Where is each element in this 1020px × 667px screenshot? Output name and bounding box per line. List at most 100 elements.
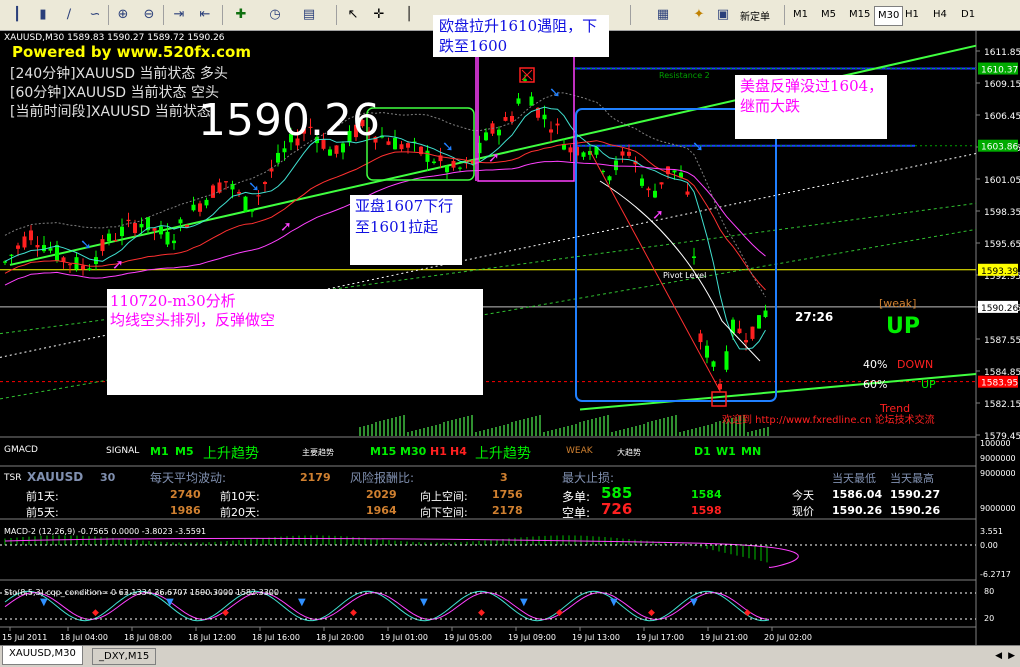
tsr-now-label: 现价 bbox=[792, 505, 814, 518]
navigator-icon[interactable]: ✦ bbox=[688, 4, 710, 26]
candle-body bbox=[737, 328, 742, 334]
line-chart-icon[interactable]: ∕ bbox=[58, 4, 80, 26]
timeframe-m30[interactable]: M30 bbox=[874, 6, 904, 26]
candle-body bbox=[607, 176, 612, 181]
down-label: DOWN bbox=[897, 358, 934, 371]
periods-clock-icon[interactable]: ◷ bbox=[264, 4, 286, 26]
annotation-asia-box: 亚盘1607下行至1601拉起 bbox=[350, 195, 462, 265]
candle-body bbox=[152, 228, 157, 231]
timeframe-h1[interactable]: H1 bbox=[902, 6, 922, 26]
candle-body bbox=[451, 160, 456, 168]
stoch-up-marker-icon: ◆ bbox=[648, 608, 655, 618]
gmacd-m5: M5 bbox=[175, 445, 194, 458]
gmacd-main-trend: 主要趋势 bbox=[302, 448, 334, 457]
timeframe-h4[interactable]: H4 bbox=[930, 6, 950, 26]
blue-arrow-icon: ➘ bbox=[549, 85, 561, 101]
candle-body bbox=[48, 248, 53, 251]
market-watch-icon[interactable]: ▦ bbox=[652, 4, 674, 26]
candle-body bbox=[204, 199, 209, 206]
stoch-up-marker-icon: ◆ bbox=[556, 608, 563, 618]
zoom-out-icon[interactable]: ⊖ bbox=[138, 4, 160, 26]
status-240: [240分钟]XAUUSD 当前状态 多头 bbox=[10, 66, 228, 82]
gmacd-mn: MN bbox=[741, 445, 762, 458]
candle-body bbox=[627, 151, 631, 156]
tsr-now-low: 1590.26 bbox=[832, 504, 883, 517]
candle-body bbox=[224, 181, 228, 183]
chart-shift-icon[interactable]: ⇥ bbox=[168, 4, 190, 26]
tab-dxy[interactable]: _DXY,M15 bbox=[92, 648, 157, 665]
gmacd-h1: H1 bbox=[430, 445, 447, 458]
chart-window[interactable]: 1611.851609.151606.451603.751601.051598.… bbox=[0, 15, 1020, 645]
candle-body bbox=[724, 351, 729, 370]
candle-body bbox=[568, 147, 573, 153]
indicators-icon[interactable]: ✚ bbox=[230, 4, 252, 26]
candle-body bbox=[406, 143, 410, 148]
stoch-down-arrow-icon: ▼ bbox=[610, 597, 618, 608]
candle-body bbox=[217, 182, 222, 193]
time-axis-label: 18 Jul 04:00 bbox=[60, 633, 108, 642]
resistance-label: Resistance 2 bbox=[659, 71, 710, 80]
candle-body bbox=[68, 264, 72, 266]
gmacd-axis: 100000 bbox=[980, 439, 1011, 448]
gmacd-m15: M15 bbox=[370, 445, 397, 458]
timeframe-m1[interactable]: M1 bbox=[790, 6, 811, 26]
new-order-button[interactable]: 新定单 bbox=[740, 8, 770, 23]
cursor-icon[interactable]: ↖ bbox=[342, 4, 364, 26]
analysis-body: 均线空头排列，反弹做空 bbox=[110, 311, 276, 329]
autoscroll-icon[interactable]: ⇤ bbox=[194, 4, 216, 26]
candle-body bbox=[549, 129, 553, 133]
zoom-in-icon[interactable]: ⊕ bbox=[112, 4, 134, 26]
candle-body bbox=[393, 137, 397, 150]
tsr-low-label: 当天最低 bbox=[832, 472, 876, 485]
tsr-d10-label: 前10天: bbox=[220, 490, 260, 503]
tsr-down-value: 2178 bbox=[492, 504, 523, 517]
tsr-d20-label: 前20天: bbox=[220, 506, 260, 519]
candle-chart-icon[interactable]: ▮ bbox=[32, 4, 54, 26]
candle-body bbox=[256, 195, 261, 197]
time-axis-label: 18 Jul 16:00 bbox=[252, 633, 300, 642]
blue-arrow-icon: ➘ bbox=[692, 139, 704, 155]
stoch-title: Sto(8,5,3) cqp_condition= 0 63.1334 36.6… bbox=[4, 588, 279, 597]
timeframe-m15[interactable]: M15 bbox=[846, 6, 873, 26]
price-tag-label: 1590.26 bbox=[981, 304, 1018, 314]
price-axis-label: 1587.55 bbox=[984, 336, 1020, 346]
candle-body bbox=[55, 245, 59, 261]
price-tag-label: 1593.39 bbox=[981, 267, 1018, 277]
candle-body bbox=[705, 345, 709, 358]
candle-body bbox=[282, 148, 287, 153]
candle-body bbox=[510, 115, 514, 122]
bar-chart-icon[interactable]: ┃ bbox=[6, 4, 28, 26]
templates-icon[interactable]: ▤ bbox=[298, 4, 320, 26]
timeframe-d1[interactable]: D1 bbox=[958, 6, 978, 26]
vertical-line-icon[interactable]: │ bbox=[398, 4, 420, 26]
gmacd-m30: M30 bbox=[400, 445, 427, 458]
price-axis-label: 1606.45 bbox=[984, 112, 1020, 122]
price-axis-label: 1609.15 bbox=[984, 80, 1020, 90]
terminal-icon[interactable]: ▣ bbox=[712, 4, 734, 26]
tab-xauusd[interactable]: XAUUSD,M30 bbox=[2, 646, 83, 665]
footer-link[interactable]: 欢迎到 http://www.fxredline.cn 论坛技术交流 bbox=[722, 411, 935, 426]
tsr-risk-label: 风险报酬比: bbox=[350, 471, 415, 485]
gmacd-axis: 9000000 bbox=[980, 454, 1016, 463]
annotation-europe-box: 欧盘拉升1610遇阻，下跌至1600 bbox=[433, 15, 609, 57]
candle-body bbox=[250, 209, 254, 212]
time-axis-label: 19 Jul 01:00 bbox=[380, 633, 428, 642]
stoch-down-arrow-icon: ▼ bbox=[420, 597, 428, 608]
line-chart2-icon[interactable]: ∽ bbox=[84, 4, 106, 26]
pivot-label: Pivot Level bbox=[663, 271, 707, 280]
tsr-d20-value: 1964 bbox=[366, 504, 397, 517]
gmacd-h4: H4 bbox=[450, 445, 467, 458]
price-axis-label: 1601.05 bbox=[984, 176, 1020, 186]
annotation-us: 美盘反弹没过1604，继而大跌 bbox=[740, 77, 884, 115]
candle-body bbox=[237, 192, 241, 194]
candle-body bbox=[445, 166, 449, 173]
timeframe-m5[interactable]: M5 bbox=[818, 6, 839, 26]
crosshair-icon[interactable]: ✛ bbox=[368, 4, 390, 26]
candle-body bbox=[100, 239, 105, 252]
tsr-short-value2: 1598 bbox=[691, 504, 722, 517]
tsr-avg-value: 2179 bbox=[300, 471, 331, 484]
candle-body bbox=[9, 254, 14, 256]
gmacd-m1: M1 bbox=[150, 445, 169, 458]
tab-scroll-right-icon[interactable]: ▶ bbox=[1008, 651, 1015, 661]
tab-scroll-left-icon[interactable]: ◀ bbox=[995, 651, 1002, 661]
